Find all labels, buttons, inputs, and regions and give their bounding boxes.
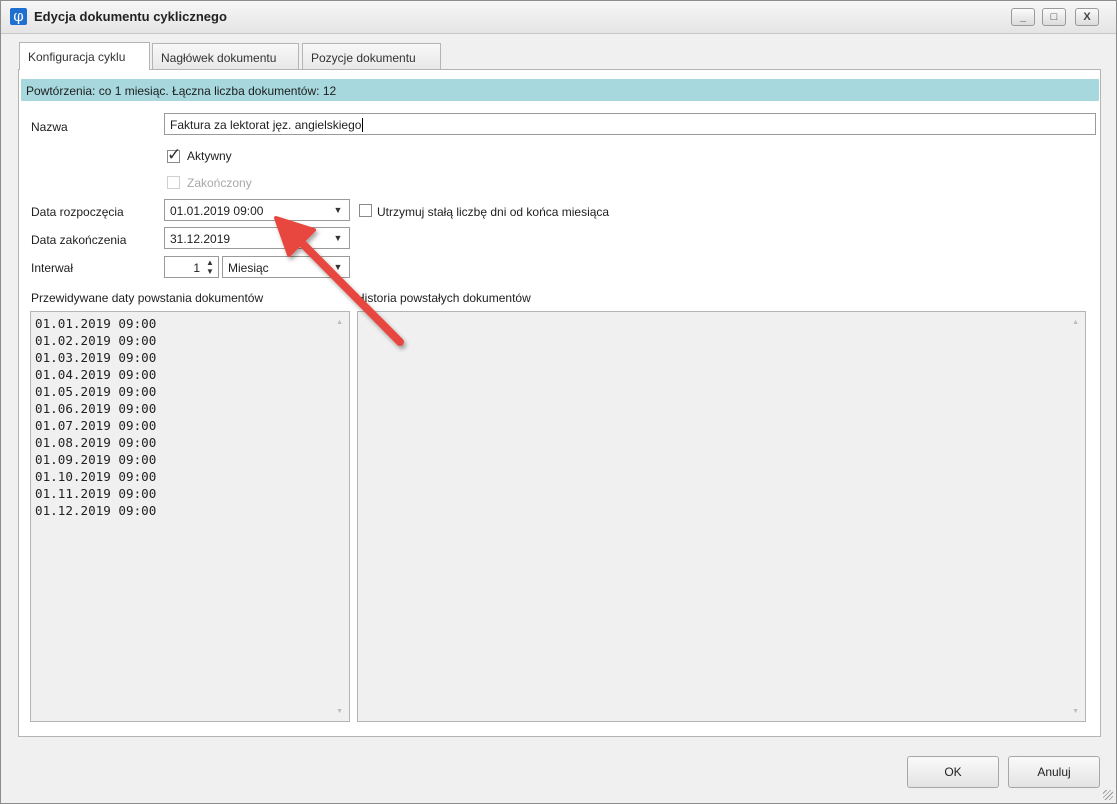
start-date-combo[interactable]: 01.01.2019 09:00 ▼ — [164, 199, 350, 221]
tab-panel-konfiguracja: Powtórzenia: co 1 miesiąc. Łączna liczba… — [18, 69, 1101, 737]
history-list[interactable]: ▲ ▼ — [357, 311, 1086, 722]
scroll-down-icon[interactable]: ▼ — [1072, 708, 1079, 715]
spinner-arrows-icon[interactable]: ▲ ▼ — [204, 258, 216, 276]
ok-button[interactable]: OK — [907, 756, 999, 788]
finished-label: Zakończony — [187, 176, 252, 190]
list-item: 01.12.2019 09:00 — [35, 503, 157, 518]
title-bar[interactable]: φ Edycja dokumentu cyklicznego _ □ X — [1, 1, 1116, 34]
dropdown-arrow-icon[interactable]: ▼ — [327, 200, 349, 220]
interval-unit-value: Miesiąc — [228, 261, 269, 275]
end-date-value: 31.12.2019 — [170, 232, 231, 246]
text-cursor — [362, 118, 364, 132]
cancel-button[interactable]: Anuluj — [1008, 756, 1100, 788]
list-item: 01.06.2019 09:00 — [35, 401, 157, 416]
window-title: Edycja dokumentu cyklicznego — [34, 9, 227, 24]
list-item: 01.02.2019 09:00 — [35, 333, 157, 348]
name-input-value: Faktura za lektorat jęz. angielskiego — [170, 118, 362, 132]
dialog-window: φ Edycja dokumentu cyklicznego _ □ X Kon… — [0, 0, 1117, 804]
minimize-button[interactable]: _ — [1011, 8, 1035, 26]
list-item: 01.03.2019 09:00 — [35, 350, 157, 365]
list-item: 01.07.2019 09:00 — [35, 418, 157, 433]
maximize-button[interactable]: □ — [1042, 8, 1066, 26]
predicted-dates-label: Przewidywane daty powstania dokumentów — [31, 291, 264, 305]
resize-grip-icon[interactable] — [1103, 790, 1113, 800]
predicted-dates-items: 01.01.2019 09:00 01.02.2019 09:00 01.03.… — [35, 315, 156, 519]
list-item: 01.09.2019 09:00 — [35, 452, 157, 467]
dropdown-arrow-icon[interactable]: ▼ — [327, 257, 349, 277]
active-label: Aktywny — [187, 149, 232, 163]
keep-days-label: Utrzymuj stałą liczbę dni od końca miesi… — [377, 205, 610, 219]
keep-days-checkbox[interactable] — [359, 204, 372, 217]
name-input[interactable]: Faktura za lektorat jęz. angielskiego — [164, 113, 1096, 135]
scroll-up-icon[interactable]: ▲ — [1072, 319, 1079, 326]
interval-value: 1 — [193, 261, 200, 275]
start-date-value: 01.01.2019 09:00 — [170, 204, 264, 218]
interval-label: Interwał — [31, 261, 74, 275]
tab-naglowek-dokumentu[interactable]: Nagłówek dokumentu — [152, 43, 299, 69]
list-item: 01.04.2019 09:00 — [35, 367, 157, 382]
list-item: 01.11.2019 09:00 — [35, 486, 157, 501]
interval-spinner[interactable]: 1 ▲ ▼ — [164, 256, 219, 278]
tab-konfiguracja-cyklu[interactable]: Konfiguracja cyklu — [19, 42, 150, 70]
dropdown-arrow-icon[interactable]: ▼ — [327, 228, 349, 248]
scroll-up-icon[interactable]: ▲ — [336, 319, 343, 326]
name-label: Nazwa — [31, 120, 68, 134]
finished-checkbox[interactable] — [167, 176, 180, 189]
tab-pozycje-dokumentu[interactable]: Pozycje dokumentu — [302, 43, 441, 69]
scroll-down-icon[interactable]: ▼ — [336, 708, 343, 715]
checkmark-icon: ✓ — [167, 145, 182, 164]
predicted-dates-list[interactable]: 01.01.2019 09:00 01.02.2019 09:00 01.03.… — [30, 311, 350, 722]
list-item: 01.05.2019 09:00 — [35, 384, 157, 399]
interval-unit-combo[interactable]: Miesiąc ▼ — [222, 256, 350, 278]
start-date-label: Data rozpoczęcia — [31, 205, 124, 219]
end-date-label: Data zakończenia — [31, 233, 127, 247]
list-item: 01.01.2019 09:00 — [35, 316, 157, 331]
history-label: Historia powstałych dokumentów — [356, 291, 531, 305]
info-bar: Powtórzenia: co 1 miesiąc. Łączna liczba… — [21, 79, 1099, 101]
list-item: 01.08.2019 09:00 — [35, 435, 157, 450]
list-item: 01.10.2019 09:00 — [35, 469, 157, 484]
close-button[interactable]: X — [1075, 8, 1099, 26]
app-phi-icon: φ — [10, 8, 27, 25]
end-date-combo[interactable]: 31.12.2019 ▼ — [164, 227, 350, 249]
active-checkbox[interactable]: ✓ — [167, 145, 181, 164]
